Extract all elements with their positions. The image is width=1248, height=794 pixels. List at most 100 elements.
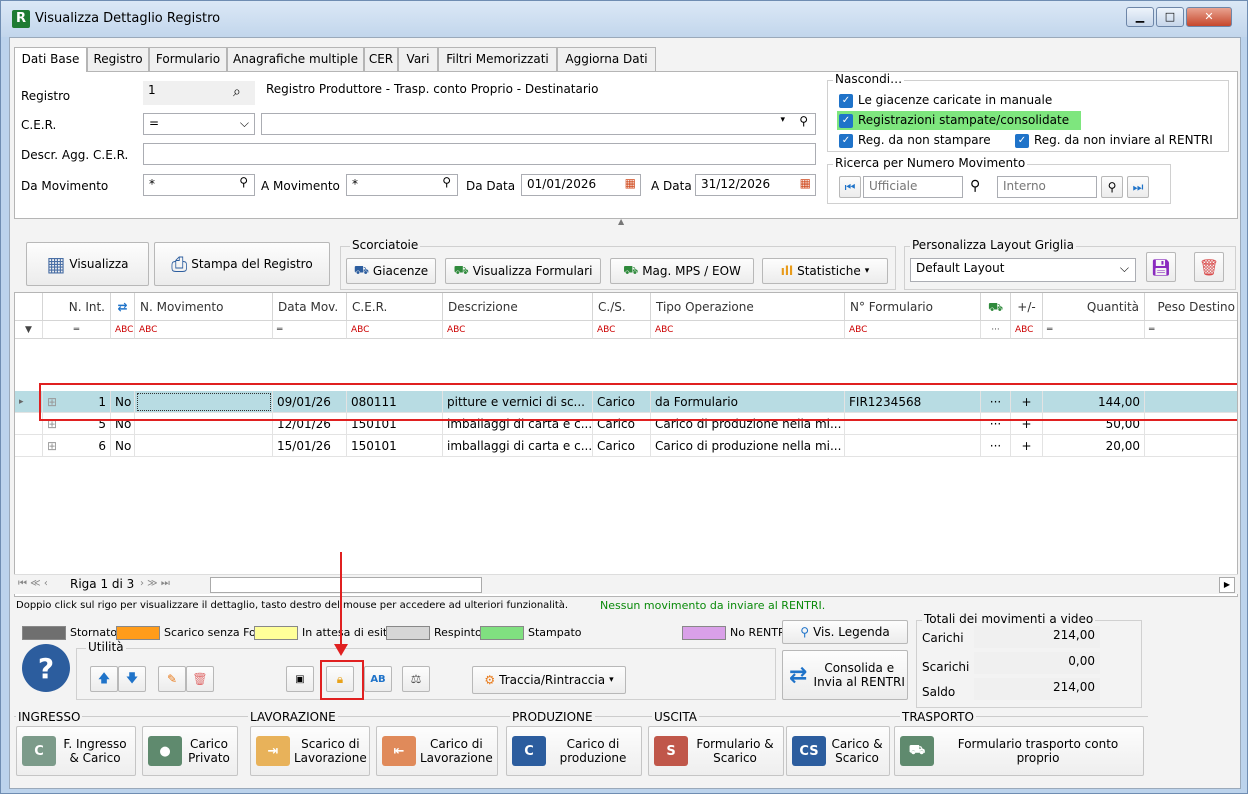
header-quantita[interactable]: Quantità xyxy=(1043,293,1145,321)
descr-agg-cer-input[interactable] xyxy=(143,143,816,165)
carico-lavorazione-button[interactable]: ⇤ Carico di Lavorazione xyxy=(376,726,498,776)
checkbox-registrazioni-stampate[interactable]: ✓ xyxy=(839,114,853,128)
filter-text-icon[interactable]: ABC xyxy=(135,321,273,339)
expand-icon[interactable]: ⊞ xyxy=(47,435,57,456)
a-movimento-input[interactable]: * ⚲ xyxy=(346,174,458,196)
search-icon[interactable]: ⚲ xyxy=(799,114,808,128)
tab-formulario[interactable]: Formulario xyxy=(149,47,227,71)
filter-equals[interactable]: ═ xyxy=(273,321,347,339)
filter-text-icon[interactable]: ABC xyxy=(845,321,981,339)
search-button[interactable]: ⚲ xyxy=(1101,176,1123,198)
truck-icon: ⛟ xyxy=(353,263,369,277)
truck-column-icon[interactable]: ⛟ xyxy=(981,293,1011,321)
search-icon[interactable]: ⚲ xyxy=(239,175,248,189)
help-icon[interactable]: ? xyxy=(22,644,70,692)
filter-equals[interactable]: ═ xyxy=(43,321,111,339)
checkbox-giacenze-manuale[interactable]: ✓ xyxy=(839,94,853,108)
calendar-icon[interactable]: ▣ xyxy=(286,666,314,692)
carico-produzione-button[interactable]: C Carico di produzione xyxy=(506,726,642,776)
filter-text-icon[interactable]: ABC xyxy=(111,321,135,339)
edit-icon[interactable]: ✎ xyxy=(158,666,186,692)
da-data-input[interactable]: 01/01/2026 ▦ xyxy=(521,174,641,196)
cer-operator-select[interactable]: = ⌵ xyxy=(143,113,255,135)
filter-icon[interactable]: ▼ xyxy=(15,321,43,339)
filter-text-icon[interactable]: ABC xyxy=(347,321,443,339)
delete-icon[interactable]: 🗑︎ xyxy=(186,666,214,692)
header-nint[interactable]: N. Int. xyxy=(43,293,111,321)
registro-search-icon[interactable]: ⌕ xyxy=(233,84,241,100)
a-data-input[interactable]: 31/12/2026 ▦ xyxy=(695,174,816,196)
header-tipo-operazione[interactable]: Tipo Operazione xyxy=(651,293,845,321)
last-icon[interactable]: ⏭ xyxy=(1127,176,1149,198)
save-layout-icon[interactable]: 💾︎ xyxy=(1146,252,1176,282)
traccia-rintraccia-button[interactable]: ⚙︎ Traccia/Rintraccia ▾ xyxy=(472,666,626,694)
saldo-label: Saldo xyxy=(922,685,956,699)
maximize-button[interactable]: □ xyxy=(1156,7,1184,27)
da-movimento-input[interactable]: * ⚲ xyxy=(143,174,255,196)
header-peso-destino[interactable]: Peso Destino xyxy=(1145,293,1237,321)
ufficiale-input[interactable]: Ufficiale xyxy=(863,176,963,198)
visualizza-button[interactable]: ▦ Visualizza xyxy=(26,242,149,286)
settings-icon: ⚙︎ xyxy=(484,673,496,687)
tab-vari[interactable]: Vari xyxy=(398,47,438,71)
first-icon[interactable]: ⏮ xyxy=(839,176,861,198)
tab-registro[interactable]: Registro xyxy=(87,47,149,71)
header-cer[interactable]: C.E.R. xyxy=(347,293,443,321)
cer-input[interactable]: ▾ ⚲ xyxy=(261,113,816,135)
header-plus-minus[interactable]: +/- xyxy=(1011,293,1043,321)
visualizza-formulari-button[interactable]: ⛟ Visualizza Formulari xyxy=(445,258,601,284)
delete-layout-icon[interactable]: 🗑︎ xyxy=(1194,252,1224,282)
header-data-mov[interactable]: Data Mov. xyxy=(273,293,347,321)
interno-input[interactable]: Interno xyxy=(997,176,1097,198)
ingresso-carico-button[interactable]: C F. Ingresso & Carico xyxy=(16,726,136,776)
next-page-icon[interactable]: › ≫ ⏭ xyxy=(140,578,170,589)
mag-mps-eow-button[interactable]: ⛟ Mag. MPS / EOW xyxy=(610,258,754,284)
header-cs[interactable]: C./S. xyxy=(593,293,651,321)
filter-text-icon[interactable]: ABC xyxy=(1011,321,1043,339)
tab-anagrafiche-multiple[interactable]: Anagrafiche multiple xyxy=(227,47,364,71)
tab-cer[interactable]: CER xyxy=(364,47,398,71)
formulario-scarico-button[interactable]: S Formulario & Scarico xyxy=(648,726,784,776)
tab-dati-base[interactable]: Dati Base xyxy=(14,47,87,72)
filter-text-icon[interactable]: ABC xyxy=(651,321,845,339)
search-icon[interactable]: ⚲ xyxy=(970,178,980,194)
horizontal-scrollbar[interactable] xyxy=(210,577,482,593)
statistiche-button[interactable]: ıll Statistiche ▾ xyxy=(762,258,888,284)
move-down-icon[interactable]: 🡇 xyxy=(118,666,146,692)
tab-aggiorna-dati[interactable]: Aggiorna Dati xyxy=(557,47,656,71)
move-up-icon[interactable]: 🡅 xyxy=(90,666,118,692)
scroll-right-icon[interactable]: ▶ xyxy=(1219,577,1235,593)
calendar-icon[interactable]: ▦ xyxy=(625,176,636,190)
vis-legenda-button[interactable]: ⚲ Vis. Legenda xyxy=(782,620,908,644)
checkbox-reg-non-inviare[interactable]: ✓ xyxy=(1015,134,1029,148)
stampa-registro-button[interactable]: ⎙ Stampa del Registro xyxy=(154,242,330,286)
carico-privato-button[interactable]: ● Carico Privato xyxy=(142,726,238,776)
checkbox-reg-non-stampare[interactable]: ✓ xyxy=(839,134,853,148)
filter-equals[interactable]: ═ xyxy=(1145,321,1237,339)
calendar-icon[interactable]: ▦ xyxy=(800,176,811,190)
header-nmovimento[interactable]: N. Movimento xyxy=(135,293,273,321)
scale-icon[interactable]: ⚖︎ xyxy=(402,666,430,692)
header-descrizione[interactable]: Descrizione xyxy=(443,293,593,321)
layout-select[interactable]: Default Layout ⌵ xyxy=(910,258,1136,282)
filter-text-icon[interactable]: ABC xyxy=(443,321,593,339)
carico-scarico-button[interactable]: CS Carico & Scarico xyxy=(786,726,890,776)
giacenze-button[interactable]: ⛟ Giacenze xyxy=(346,258,436,284)
cell-quantita: 20,00 xyxy=(1043,435,1145,457)
tab-filtri-memorizzati[interactable]: Filtri Memorizzati xyxy=(438,47,557,71)
dropdown-arrow-icon[interactable]: ▾ xyxy=(780,115,785,125)
header-nformulario[interactable]: N° Formulario xyxy=(845,293,981,321)
filter-dots[interactable]: ··· xyxy=(981,321,1011,339)
formulario-trasporto-button[interactable]: ⛟ Formulario trasporto conto proprio xyxy=(894,726,1144,776)
minimize-button[interactable]: ▁ xyxy=(1126,7,1154,27)
collapse-icon[interactable]: ▲ xyxy=(618,217,624,226)
close-button[interactable]: ✕ xyxy=(1186,7,1232,27)
consolida-invia-button[interactable]: ⇄ Consolida e Invia al RENTRI xyxy=(782,650,908,700)
rentri-column-icon[interactable]: ⇄ xyxy=(111,293,135,321)
first-page-icon[interactable]: ⏮ ≪ ‹ xyxy=(18,578,48,589)
filter-text-icon[interactable]: ABC xyxy=(593,321,651,339)
rename-icon[interactable]: AB xyxy=(364,666,392,692)
search-icon[interactable]: ⚲ xyxy=(442,175,451,189)
scarico-lavorazione-button[interactable]: ⇥ Scarico di Lavorazione xyxy=(250,726,370,776)
filter-equals[interactable]: ═ xyxy=(1043,321,1145,339)
